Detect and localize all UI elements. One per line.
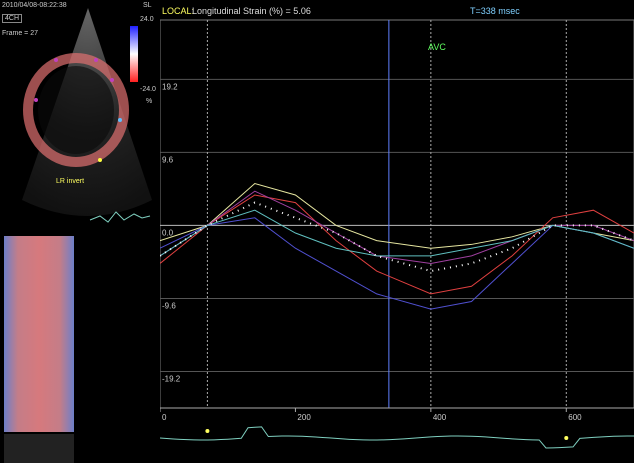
strain-series-line — [160, 201, 634, 273]
y-tick-label: 19.2 — [162, 82, 178, 91]
x-tick-label: 0 — [162, 413, 167, 422]
strain-panel: 19.2 9.6 0.0 -9.6 -19.2 0 200 400 600 LOCAL: Lon… — [160, 0, 634, 463]
echo-timestamp: 2010/04/08-08:22:38 — [2, 2, 67, 9]
local-label: LOCAL: — [162, 6, 195, 16]
strain-metric: Longitudinal Strain (%) = 5.06 — [192, 6, 311, 16]
scale-unit: % — [146, 98, 153, 105]
y-tick-label: 0.0 — [162, 228, 174, 237]
echo-view: 4CH — [2, 14, 23, 23]
y-tick-label: -9.6 — [162, 301, 176, 310]
time-readout: T=338 msec — [470, 6, 520, 16]
y-tick-label: -19.2 — [162, 374, 181, 383]
m-mode-panel[interactable] — [4, 236, 74, 432]
ecg-marker — [205, 429, 210, 433]
segment-label: LR invert — [56, 178, 85, 185]
scale-bottom: -24.0 — [140, 86, 156, 93]
ecg-marker — [564, 436, 569, 440]
strain-series-line — [160, 194, 634, 295]
echo-frame: Frame = 27 — [2, 30, 38, 37]
x-tick-label: 400 — [433, 413, 447, 422]
x-tick-label: 600 — [568, 413, 582, 422]
avc-label: AVC — [428, 42, 446, 52]
left-panel: 2010/04/08-08:22:38 4CH Frame = 27 SL 24… — [0, 0, 160, 463]
thumbnail-image — [4, 434, 74, 463]
strain-chart[interactable]: 19.2 9.6 0.0 -9.6 -19.2 0 200 400 600 — [160, 0, 634, 463]
ecg-trace — [160, 426, 634, 449]
strain-series-line — [160, 209, 634, 257]
y-tick-label: 9.6 — [162, 155, 174, 164]
strain-header: LOCAL: Longitudinal Strain (%) = 5.06 T=… — [160, 0, 634, 20]
scale-top: 24.0 — [140, 16, 154, 23]
x-tick-label: 200 — [297, 413, 311, 422]
scale-label: SL — [143, 2, 152, 9]
strain-series-line — [160, 217, 634, 310]
plot-frame — [160, 19, 634, 409]
